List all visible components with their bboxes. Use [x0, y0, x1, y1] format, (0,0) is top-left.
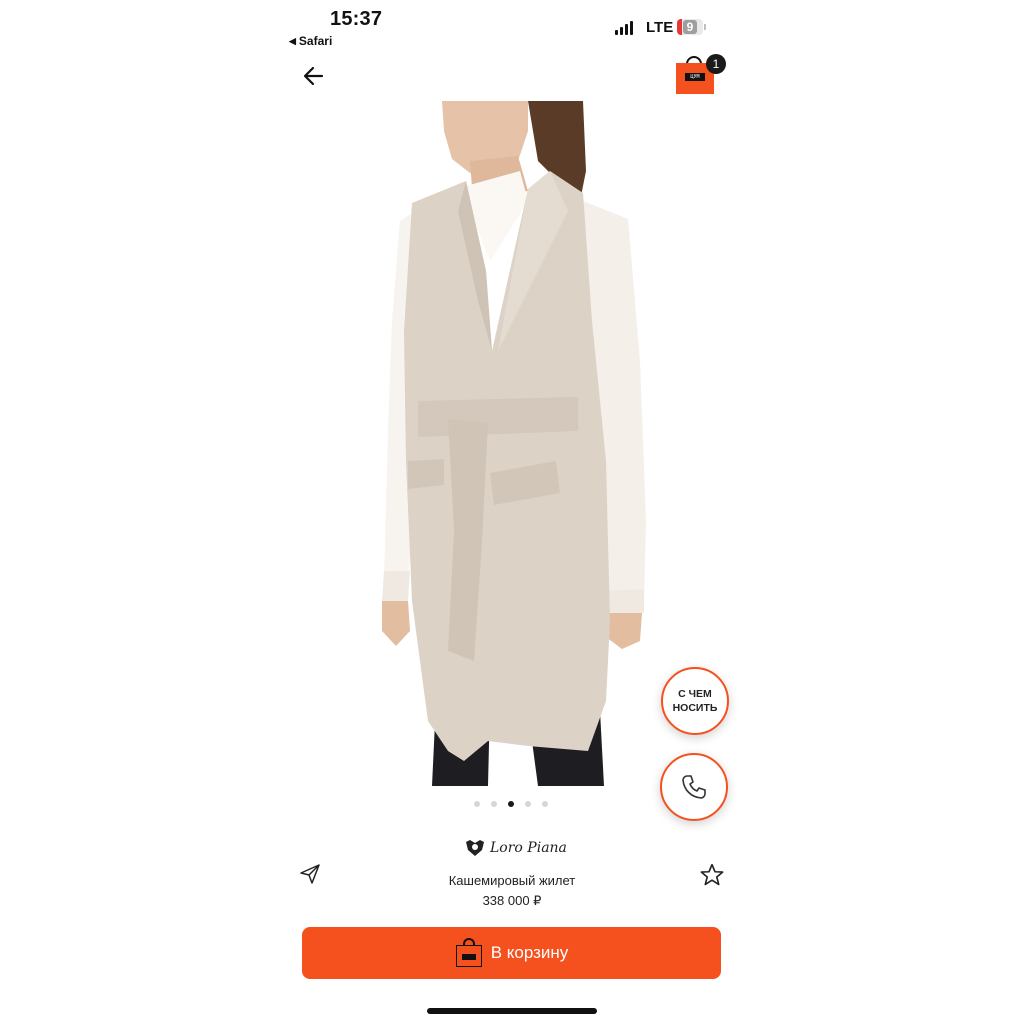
- back-app-label: Safari: [298, 34, 333, 48]
- add-to-cart-label: В корзину: [490, 943, 569, 962]
- gallery-dot[interactable]: [525, 801, 531, 807]
- battery-icon: 9: [677, 19, 703, 35]
- status-time: 15:37: [330, 8, 383, 30]
- cart-button[interactable]: ЦУМ 1: [675, 54, 726, 95]
- shopping-bag-icon: [455, 938, 483, 968]
- back-to-safari[interactable]: ◀ Safari: [289, 34, 332, 48]
- gallery-dot[interactable]: [508, 801, 514, 807]
- pocket-flap-shape: [408, 459, 444, 489]
- signal-icon: [615, 21, 633, 35]
- favorite-star-icon[interactable]: [699, 862, 725, 888]
- brand-logo[interactable]: Loro Piana: [464, 838, 567, 858]
- cart-count-badge: 1: [706, 54, 726, 74]
- gallery-dot[interactable]: [542, 801, 548, 807]
- gallery-dot[interactable]: [474, 801, 480, 807]
- belt-shape: [418, 397, 578, 437]
- home-indicator[interactable]: [427, 1008, 597, 1014]
- what-to-wear-button[interactable]: С ЧЕМ НОСИТЬ: [661, 667, 729, 735]
- back-triangle-icon: ◀: [289, 35, 296, 46]
- battery-level: 9: [682, 20, 698, 34]
- brand-name: Loro Piana: [490, 840, 567, 856]
- gallery-dots[interactable]: [474, 801, 548, 807]
- network-label: LTE: [646, 19, 674, 36]
- product-title: Кашемировый жилет: [448, 873, 576, 888]
- add-to-cart-button[interactable]: В корзину: [302, 927, 721, 979]
- phone-icon: [682, 775, 706, 799]
- left-hand-shape: [382, 601, 410, 646]
- gallery-dot[interactable]: [491, 801, 497, 807]
- battery-cap: [704, 24, 706, 30]
- brand-crest-icon: [466, 840, 484, 856]
- call-button[interactable]: [660, 753, 728, 821]
- left-cuff-shape: [382, 571, 410, 601]
- right-cuff-shape: [604, 589, 644, 615]
- cart-logo: ЦУМ: [685, 73, 705, 81]
- product-photo[interactable]: [378, 101, 648, 786]
- share-icon[interactable]: [298, 862, 322, 886]
- product-price: 338 000 ₽: [482, 893, 542, 908]
- back-arrow-icon[interactable]: [300, 62, 328, 90]
